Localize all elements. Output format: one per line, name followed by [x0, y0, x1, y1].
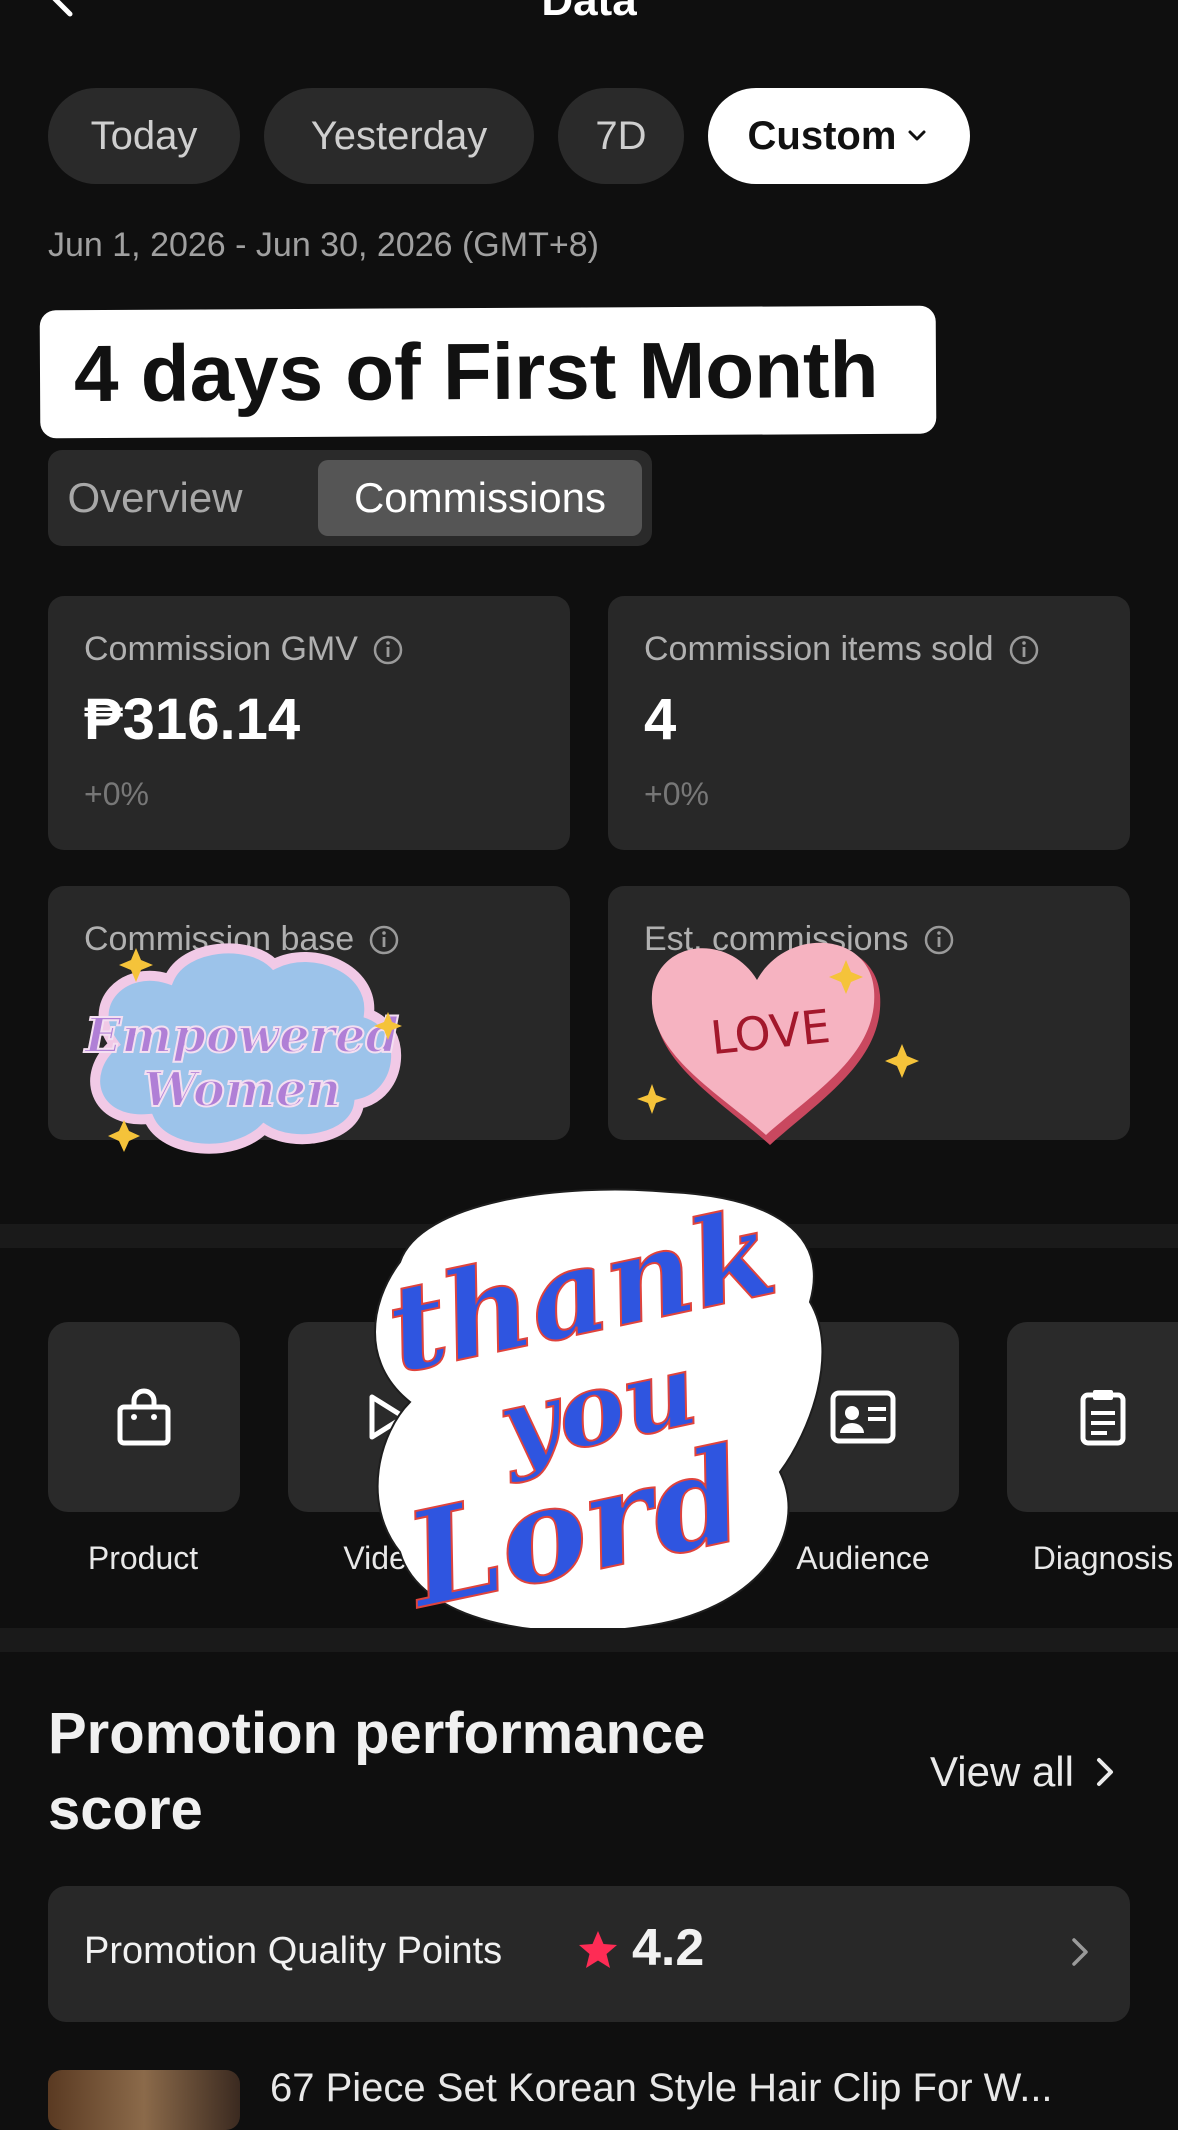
- filter-chip-custom[interactable]: Custom: [708, 88, 970, 184]
- chevron-down-icon: [908, 130, 926, 141]
- metric-card-commission-gmv[interactable]: Commission GMV ₱316.14 +0%: [48, 596, 570, 850]
- view-all-link[interactable]: View all: [930, 1748, 1118, 1796]
- tool-diagnosis[interactable]: [1007, 1322, 1178, 1512]
- metric-value: ₱316.14: [84, 687, 301, 752]
- tool-diagnosis-label: Diagnosis: [1032, 1540, 1174, 1576]
- promotion-quality-label: Promotion Quality Points: [84, 1930, 503, 1972]
- product-title[interactable]: 67 Piece Set Korean Style Hair Clip For …: [270, 2066, 1053, 2111]
- tool-product-label: Product: [87, 1540, 199, 1576]
- metric-change: +0%: [644, 776, 709, 812]
- sticker-text-women: Women: [143, 1062, 341, 1118]
- filter-chip-today[interactable]: Today: [48, 88, 240, 184]
- chevron-right-icon: [1072, 1938, 1088, 1966]
- clipboard-icon: [1080, 1390, 1126, 1446]
- section-divider: [0, 1628, 1178, 1652]
- shopping-bag-icon: [117, 1388, 171, 1446]
- product-thumbnail[interactable]: [48, 2070, 240, 2130]
- view-all-label: View all: [930, 1748, 1074, 1795]
- chevron-right-icon: [1096, 1758, 1113, 1786]
- filter-chip-custom-label: Custom: [747, 113, 897, 158]
- section-title-promotion: Promotion performance score: [48, 1701, 706, 1842]
- love-heart-sticker: LOVE: [637, 942, 919, 1145]
- sparkle-icon: [637, 1084, 667, 1114]
- metric-label-text: Commission GMV: [84, 630, 358, 668]
- page-title: Data: [541, 0, 637, 25]
- tab-bar: Overview Commissions: [48, 450, 652, 546]
- filter-chip-7d[interactable]: 7D: [558, 88, 684, 184]
- promotion-quality-card[interactable]: Promotion Quality Points 4.2: [48, 1886, 1130, 2022]
- star-icon: [579, 1931, 617, 1968]
- promotion-quality-score: 4.2: [632, 1919, 705, 1977]
- info-icon[interactable]: [372, 634, 404, 666]
- thank-you-lord-sticker: thank you Lord: [374, 1181, 824, 1639]
- metric-value: 4: [644, 687, 677, 752]
- metric-card-items-sold[interactable]: Commission items sold 4 +0%: [608, 596, 1130, 850]
- filter-chip-yesterday[interactable]: Yesterday: [264, 88, 534, 184]
- date-range-label: Jun 1, 2026 - Jun 30, 2026 (GMT+8): [48, 226, 599, 264]
- tool-product[interactable]: [48, 1322, 240, 1512]
- metric-change: +0%: [84, 776, 149, 812]
- empowered-women-sticker: Empowered Women: [82, 943, 402, 1154]
- metric-label: Commission GMV: [84, 630, 404, 669]
- sparkle-icon: [108, 1120, 140, 1152]
- tab-overview[interactable]: Overview: [60, 460, 250, 536]
- sparkle-icon: [885, 1044, 919, 1078]
- sticker-text-empowered: Empowered: [83, 1008, 399, 1064]
- caption-banner: 4 days of First Month: [39, 305, 937, 439]
- info-icon[interactable]: [1008, 634, 1040, 666]
- metric-label-text: Commission items sold: [644, 630, 994, 668]
- metric-label: Commission items sold: [644, 630, 1040, 669]
- tab-commissions[interactable]: Commissions: [318, 460, 642, 536]
